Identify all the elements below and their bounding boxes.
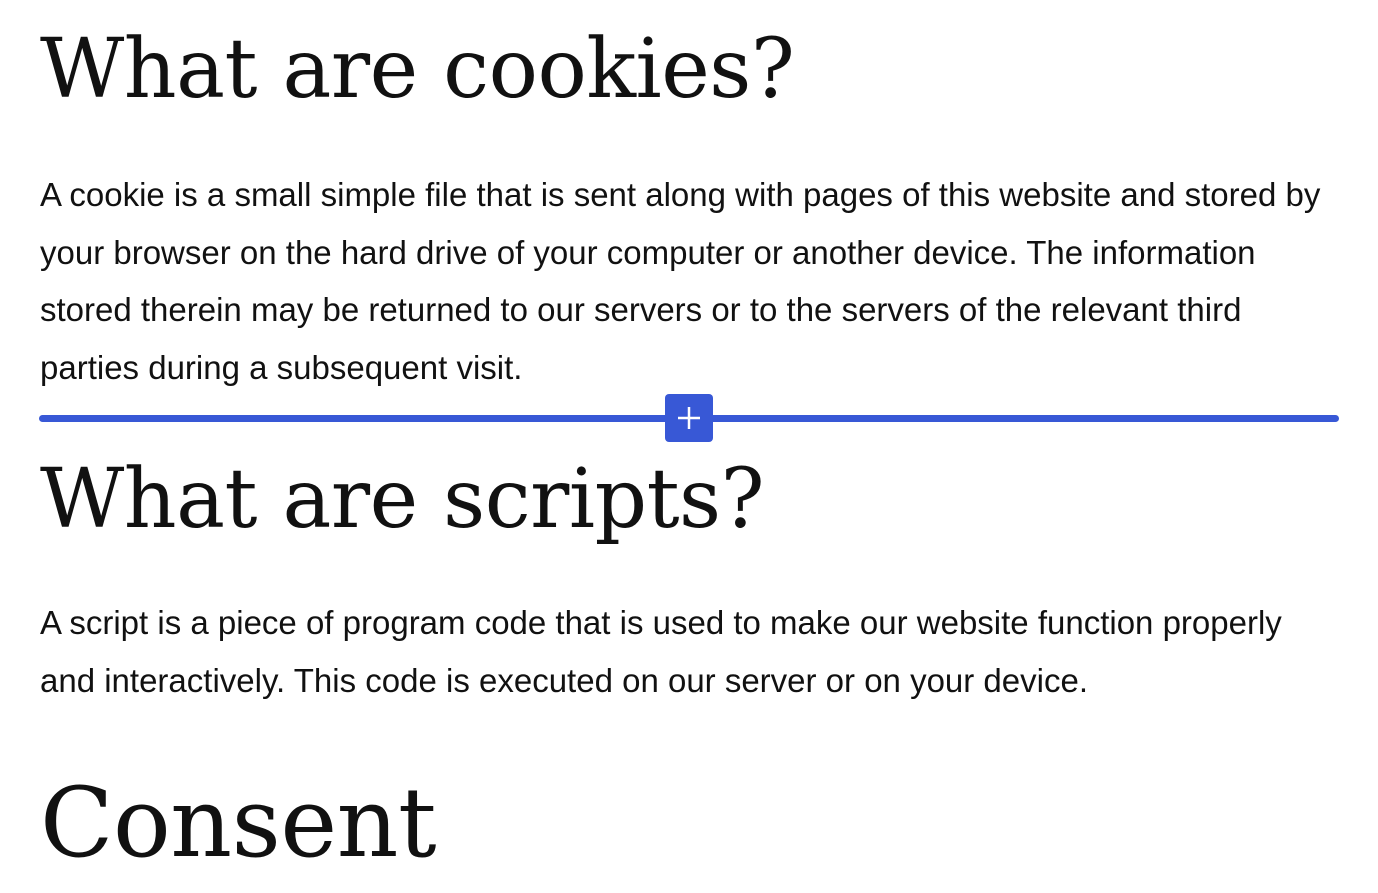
paragraph-scripts[interactable]: A script is a piece of program code that… <box>40 594 1340 709</box>
plus-icon <box>676 405 702 431</box>
heading-what-are-scripts[interactable]: What are scripts? <box>40 452 765 548</box>
heading-consent[interactable]: Consent <box>40 768 437 878</box>
heading-what-are-cookies[interactable]: What are cookies? <box>40 22 795 118</box>
add-block-button[interactable] <box>665 394 713 442</box>
paragraph-cookies[interactable]: A cookie is a small simple file that is … <box>40 166 1340 396</box>
